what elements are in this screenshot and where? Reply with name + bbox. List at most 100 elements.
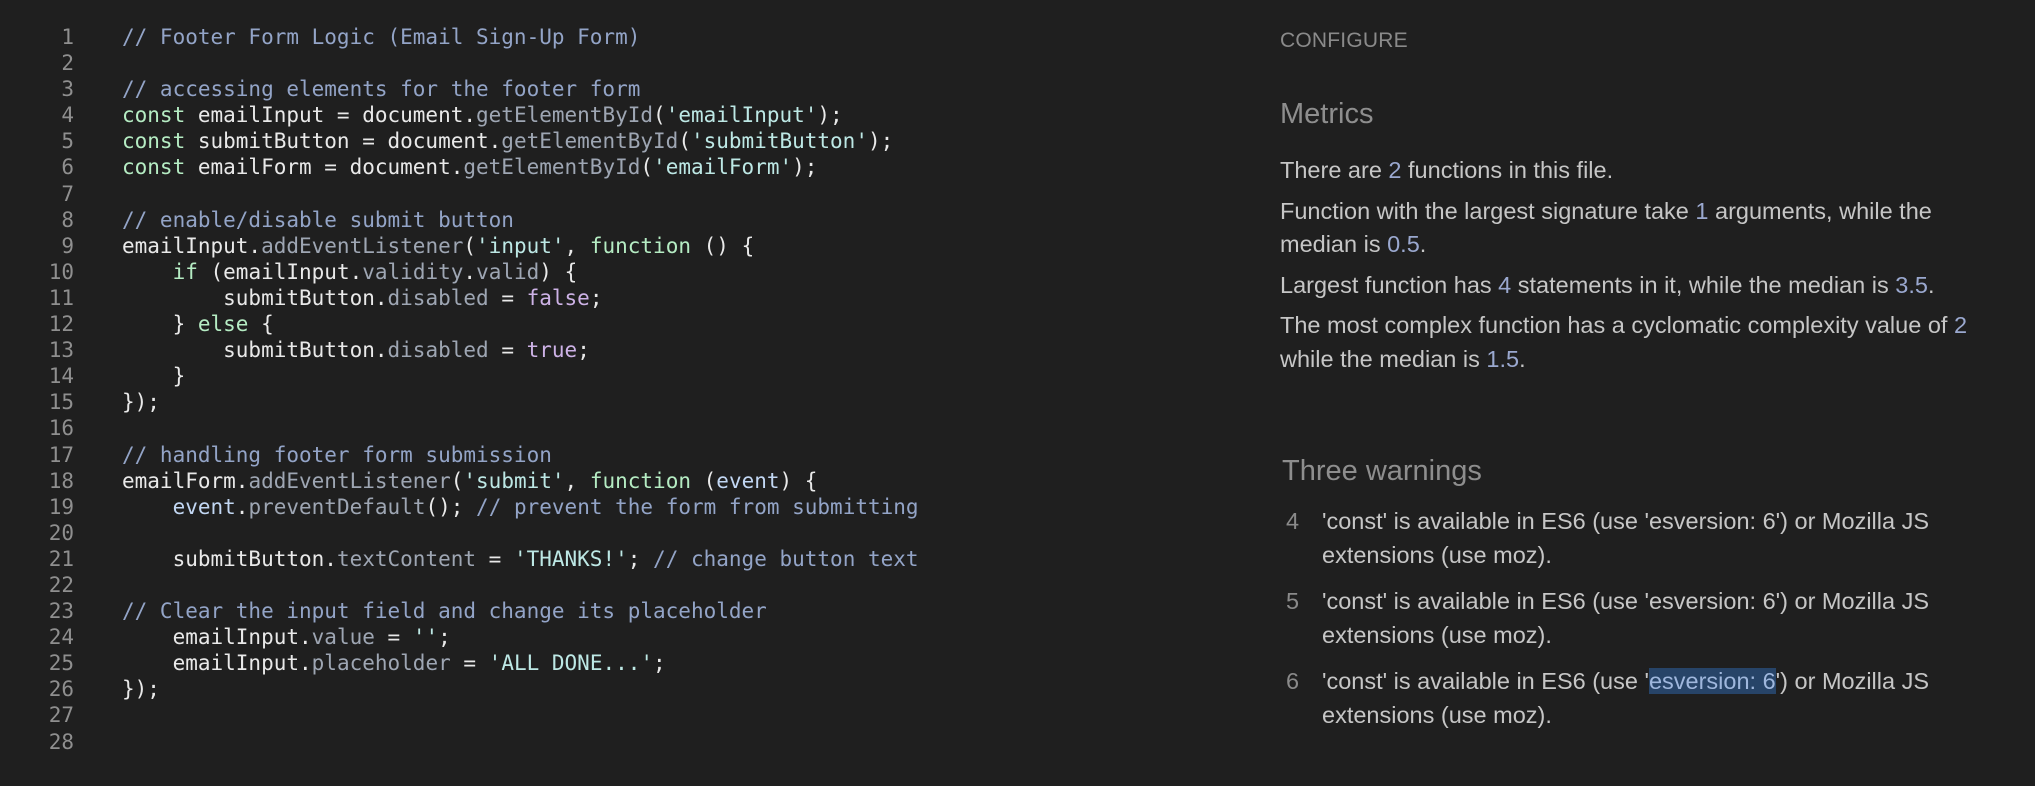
code-text: event.preventDefault(); // prevent the f…	[122, 494, 919, 520]
code-token: 'THANKS!'	[513, 546, 628, 571]
code-line[interactable]: 18 emailForm.addEventListener('submit', f…	[0, 468, 1250, 494]
code-text: const emailInput = document.getElementBy…	[122, 102, 843, 128]
code-line[interactable]: 19 event.preventDefault(); // prevent th…	[0, 494, 1250, 520]
warning-message: 'const' is available in ES6 (use 'esvers…	[1322, 665, 2000, 732]
warning-message: 'const' is available in ES6 (use 'esvers…	[1322, 505, 2000, 572]
code-text: emailInput.value = '';	[122, 624, 451, 650]
line-number: 21	[48, 546, 74, 571]
code-line[interactable]: 10 if (emailInput.validity.valid) {	[0, 259, 1250, 285]
metric-text: .	[1927, 271, 1935, 298]
code-text: }	[122, 363, 186, 389]
code-line[interactable]: 9 emailInput.addEventListener('input', fu…	[0, 233, 1250, 259]
code-token: true	[526, 338, 578, 363]
line-number: 2	[61, 51, 74, 76]
code-text: });	[122, 676, 160, 702]
code-text: });	[122, 389, 160, 415]
code-text: // accessing elements for the footer for…	[122, 76, 640, 102]
code-line[interactable]: 8 // enable/disable submit button	[0, 207, 1250, 233]
line-number: 20	[48, 520, 74, 545]
code-token: ,	[564, 468, 590, 493]
line-number: 22	[48, 572, 74, 597]
code-line[interactable]: 6 const emailForm = document.getElementBy…	[0, 154, 1250, 180]
code-token: emailInput.	[122, 233, 262, 258]
code-token: addEventListener	[261, 233, 464, 258]
code-token: event	[172, 494, 236, 519]
warning-line-number[interactable]: 4	[1280, 505, 1322, 572]
code-token: addEventListener	[248, 468, 451, 493]
code-line[interactable]: 26});	[0, 676, 1250, 702]
code-line[interactable]: 15});	[0, 389, 1250, 415]
warning-text: 'const' is available in ES6 (use 'esvers…	[1322, 588, 1930, 648]
code-token: ;	[653, 651, 666, 676]
code-line[interactable]: 21 submitButton.textContent = 'THANKS!';…	[0, 546, 1250, 572]
metric-value: 1	[1695, 197, 1709, 224]
metrics-list: There are 2 functions in this file. Funct…	[1280, 154, 2000, 383]
code-token: );	[817, 103, 843, 128]
code-token: getElementById	[463, 155, 641, 180]
code-token: .	[463, 259, 477, 284]
code-token: event	[716, 468, 780, 493]
code-token: }	[122, 312, 198, 337]
selected-text: esversion: 6	[1648, 668, 1776, 694]
code-token: ,	[564, 233, 590, 258]
code-token: 'input'	[476, 233, 565, 258]
code-line[interactable]: 24 emailInput.value = '';	[0, 624, 1250, 650]
code-line[interactable]: 14 }	[0, 363, 1250, 389]
metric-value: 2	[1388, 157, 1402, 183]
warning-item[interactable]: 5'const' is available in ES6 (use 'esver…	[1280, 585, 2000, 652]
code-line[interactable]: 25 emailInput.placeholder = 'ALL DONE...…	[0, 650, 1250, 676]
metric-text: statements in it, while the median is	[1511, 271, 1896, 298]
code-token: 'submitButton'	[690, 129, 868, 154]
code-line[interactable]: 5 const submitButton = document.getElemen…	[0, 128, 1250, 154]
code-line[interactable]: 7	[0, 181, 1250, 207]
code-token: emailForm = document.	[185, 155, 464, 180]
code-line[interactable]: 23 // Clear the input field and change it…	[0, 598, 1250, 624]
line-number: 11	[48, 285, 74, 310]
code-line[interactable]: 22	[0, 572, 1250, 598]
code-line[interactable]: 1 // Footer Form Logic (Email Sign-Up For…	[0, 24, 1250, 50]
code-line[interactable]: 28	[0, 729, 1250, 755]
line-number: 18	[48, 468, 74, 493]
warning-line-number[interactable]: 6	[1280, 665, 1322, 732]
warnings-heading: Three warnings	[1282, 455, 1482, 487]
code-token: ) {	[779, 468, 818, 493]
configure-link[interactable]: CONFIGURE	[1280, 29, 1408, 53]
code-token: (	[640, 155, 654, 180]
code-line[interactable]: 2	[0, 50, 1250, 76]
metric-text: functions in this file.	[1401, 157, 1614, 183]
code-token: submitButton = document.	[185, 129, 502, 154]
metric-text: .	[1519, 345, 1526, 372]
line-number: 28	[48, 729, 74, 754]
code-text: emailForm.addEventListener('submit', fun…	[122, 468, 817, 494]
code-token: () {	[691, 233, 755, 258]
metric-value: 0.5	[1387, 231, 1420, 257]
warning-item[interactable]: 6'const' is available in ES6 (use 'esver…	[1280, 665, 2000, 732]
warning-item[interactable]: 4'const' is available in ES6 (use 'esver…	[1280, 505, 2000, 572]
line-number: 10	[48, 259, 74, 284]
code-line[interactable]: 16	[0, 415, 1250, 441]
code-line[interactable]: 13 submitButton.disabled = true;	[0, 337, 1250, 363]
code-token: const	[122, 103, 186, 128]
code-editor[interactable]: 1 // Footer Form Logic (Email Sign-Up For…	[0, 24, 1250, 755]
code-token: value	[311, 625, 375, 650]
code-line[interactable]: 27	[0, 702, 1250, 728]
code-token: (	[678, 129, 691, 154]
metric-text: .	[1419, 231, 1427, 257]
code-line[interactable]: 11 submitButton.disabled = false;	[0, 285, 1250, 311]
code-line[interactable]: 4 const emailInput = document.getElementB…	[0, 102, 1250, 128]
code-line[interactable]: 20	[0, 520, 1250, 546]
code-token: placeholder	[311, 651, 451, 676]
code-token: (	[653, 103, 666, 128]
code-line[interactable]: 17 // handling footer form submission	[0, 442, 1250, 468]
metric-value: 3.5	[1895, 271, 1928, 298]
jshint-app: 1 // Footer Form Logic (Email Sign-Up For…	[0, 0, 2035, 786]
code-line[interactable]: 12 } else {	[0, 311, 1250, 337]
metric-item: Largest function has 4 statements in it,…	[1280, 269, 2000, 303]
metric-value: 4	[1498, 271, 1512, 298]
metric-text: The most complex function has a cyclomat…	[1280, 312, 1954, 338]
code-line[interactable]: 3 // accessing elements for the footer fo…	[0, 76, 1250, 102]
warning-line-number[interactable]: 5	[1280, 585, 1322, 652]
code-token: (	[463, 233, 477, 258]
code-token: // handling footer form submission	[122, 442, 552, 467]
